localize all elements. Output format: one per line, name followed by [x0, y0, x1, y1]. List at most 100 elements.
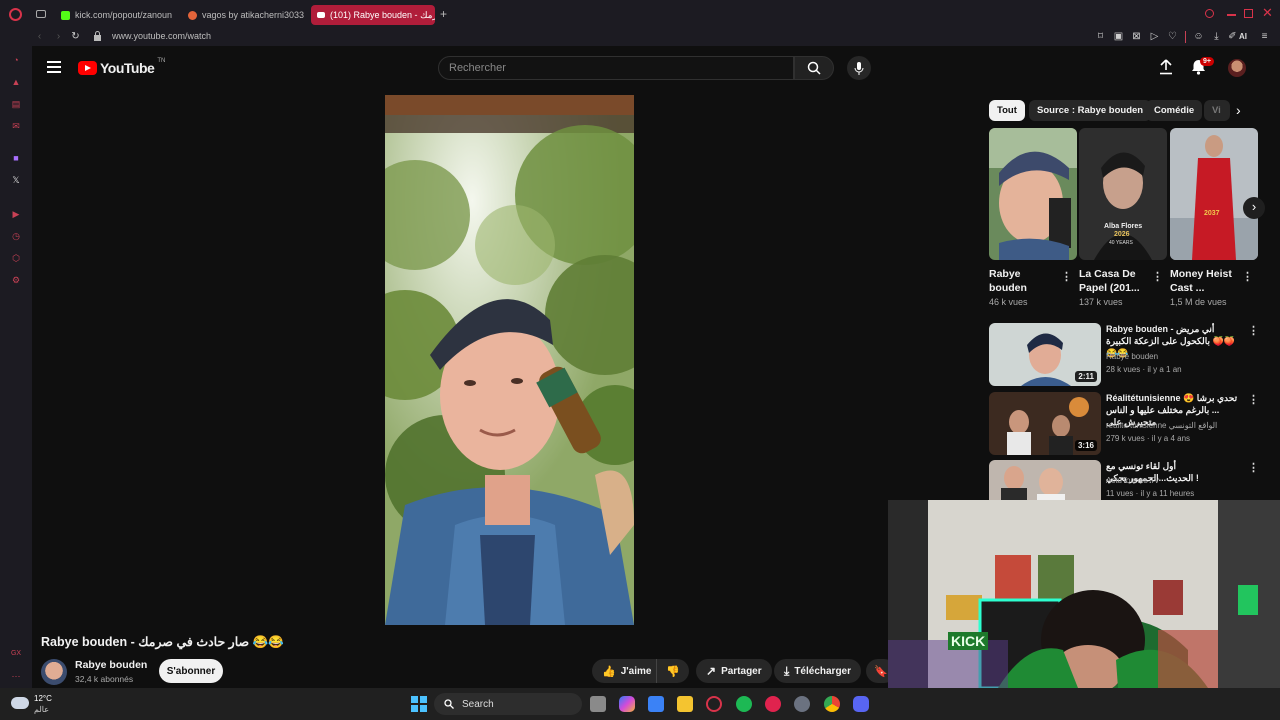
url-field[interactable]: www.youtube.com/watch — [112, 31, 211, 41]
aria-icon[interactable]: ✐ — [1227, 31, 1238, 42]
short-views: 1,5 M de vues — [1170, 297, 1227, 307]
share-button[interactable]: ↗ Partager — [696, 659, 772, 683]
reload-icon[interactable]: ↻ — [70, 31, 81, 42]
save-icon: 🔖 — [874, 665, 888, 678]
twitch-icon[interactable]: ■ — [10, 152, 22, 164]
easy-setup-icon[interactable]: ≡ — [1259, 31, 1270, 42]
browser-tab-bar: kick.com/popout/zanoun vagos by atikache… — [0, 0, 1280, 28]
chip-source[interactable]: Source : Rabye bouden — [1029, 100, 1152, 121]
taskbar-search[interactable]: Search — [434, 693, 582, 715]
bookmark-icon[interactable]: ⌑ — [1095, 31, 1106, 42]
toolbar-divider — [1185, 31, 1186, 43]
youtube-favicon — [317, 12, 325, 18]
downloads-icon[interactable]: ⤓ — [1211, 31, 1222, 42]
video-meta: 279 k vues · il y a 4 ans — [1106, 434, 1191, 443]
windows-start-icon[interactable] — [411, 696, 427, 712]
player-sidebar-icon[interactable]: ▶ — [10, 208, 22, 220]
player-icon[interactable]: ▷ — [1149, 31, 1160, 42]
channel-name[interactable]: realite tunisienne الواقع التونسي — [1106, 421, 1217, 430]
download-button[interactable]: ⤓ Télécharger — [774, 659, 862, 683]
menu-icon[interactable] — [47, 61, 61, 73]
duration-badge: 3:16 — [1074, 440, 1097, 451]
maximize-icon[interactable] — [1244, 9, 1253, 18]
search-tabs-icon[interactable] — [1205, 9, 1214, 18]
discord-icon[interactable] — [853, 696, 869, 712]
taskbar-search-label: Search — [462, 698, 494, 710]
close-icon[interactable]: ✕ — [1262, 5, 1273, 21]
more-actions-icon[interactable]: ⋮ — [1061, 270, 1072, 283]
microphone-icon — [854, 61, 864, 75]
search-button[interactable] — [794, 56, 834, 80]
video-player[interactable] — [385, 95, 634, 625]
store-icon[interactable] — [648, 696, 664, 712]
shorts-next-button[interactable]: › — [1243, 197, 1265, 219]
short-thumbnail — [989, 128, 1077, 260]
chip-more[interactable]: Vi — [1204, 100, 1230, 121]
chip-all[interactable]: Tout — [989, 100, 1025, 121]
steam-icon[interactable] — [794, 696, 810, 712]
more-actions-icon[interactable]: ⋮ — [1152, 270, 1163, 283]
spotify-icon[interactable] — [736, 696, 752, 712]
file-explorer-icon[interactable] — [677, 696, 693, 712]
task-view-icon[interactable] — [590, 696, 606, 712]
back-icon[interactable]: ‹ — [34, 31, 45, 42]
opera-gx-icon[interactable] — [706, 696, 722, 712]
like-button[interactable]: 👍 J'aime — [592, 659, 664, 683]
like-label: J'aime — [620, 665, 652, 677]
upload-icon[interactable] — [1159, 59, 1173, 80]
gx-icon[interactable]: GX — [10, 648, 22, 660]
list-item[interactable]: أول لقاء تونسي مع الحديث...الجمهور يحكي … — [989, 460, 1259, 500]
site-favicon — [188, 10, 197, 20]
messenger-icon[interactable]: ▤ — [10, 98, 22, 110]
search-input[interactable]: Rechercher — [438, 56, 794, 80]
tab-kick[interactable]: kick.com/popout/zanoun — [55, 5, 175, 25]
share-icon: ↗ — [706, 664, 717, 678]
x-icon[interactable]: 𝕏 — [10, 174, 22, 186]
weather-icon[interactable] — [11, 697, 29, 709]
youtube-logo[interactable]: YouTube TN — [78, 58, 165, 76]
chip-comedy[interactable]: Comédie — [1146, 100, 1203, 121]
account-icon[interactable]: ☺ — [1193, 31, 1204, 42]
list-item[interactable]: 2:11 Rabye bouden - أني مريض بالكحول على… — [989, 323, 1259, 386]
aria-ai-label[interactable]: AI — [1239, 32, 1247, 41]
channel-name[interactable]: Rabye bouden — [1106, 352, 1158, 361]
more-actions-icon[interactable]: ⋮ — [1248, 324, 1259, 337]
search-placeholder: Rechercher — [449, 62, 506, 74]
short-title: Money Heist Cast ... — [1170, 268, 1232, 294]
app-red-icon[interactable] — [765, 696, 781, 712]
more-actions-icon[interactable]: ⋮ — [1248, 461, 1259, 474]
shopping-icon[interactable]: ▲ — [10, 76, 22, 88]
tab-youtube[interactable]: (101) Rabye bouden - صار حادث في صرمك — [311, 5, 435, 25]
snapshot-icon[interactable]: ▣ — [1113, 31, 1124, 42]
chevron-right-icon[interactable]: › — [1236, 102, 1241, 118]
download-icon: ⤓ — [784, 663, 790, 678]
subscribe-button[interactable]: S'abonner — [159, 659, 223, 683]
new-tab-button[interactable]: + — [440, 7, 447, 21]
forward-icon[interactable]: › — [53, 31, 64, 42]
channel-name[interactable]: ActuTounes Tv — [1106, 476, 1159, 485]
overlay-year: 2037 — [1204, 210, 1220, 217]
extensions-icon[interactable]: ⬡ — [10, 252, 22, 264]
adblock-icon[interactable]: ⊠ — [1131, 31, 1142, 42]
heart-icon[interactable]: ♡ — [1167, 31, 1178, 42]
channel-avatar[interactable] — [41, 659, 67, 685]
voice-search-button[interactable] — [847, 56, 871, 80]
channel-name[interactable]: Rabye bouden — [75, 659, 147, 671]
history-icon[interactable]: ◔ — [10, 54, 22, 66]
clock-icon[interactable]: ◷ — [10, 230, 22, 242]
opera-menu-icon[interactable] — [9, 8, 22, 21]
tab-vagos[interactable]: vagos by atikacherni3033 — [182, 5, 306, 25]
more-actions-icon[interactable]: ⋮ — [1248, 393, 1259, 406]
minimize-icon[interactable] — [1227, 14, 1236, 16]
copilot-icon[interactable] — [619, 696, 635, 712]
avatar[interactable] — [1228, 59, 1246, 77]
settings-icon[interactable]: ⚙ — [10, 274, 22, 286]
chrome-icon[interactable] — [824, 696, 840, 712]
mail-icon[interactable]: ✉ — [10, 120, 22, 132]
list-item[interactable]: 3:16 Réalitétunisienne 😍 تحدي برشا ... ب… — [989, 392, 1259, 455]
more-actions-icon[interactable]: ⋮ — [1242, 270, 1253, 283]
lock-icon — [92, 31, 103, 42]
dislike-button[interactable]: 👎 — [656, 659, 689, 683]
workspace-icon[interactable] — [36, 10, 46, 18]
more-icon[interactable]: ··· — [10, 670, 22, 682]
